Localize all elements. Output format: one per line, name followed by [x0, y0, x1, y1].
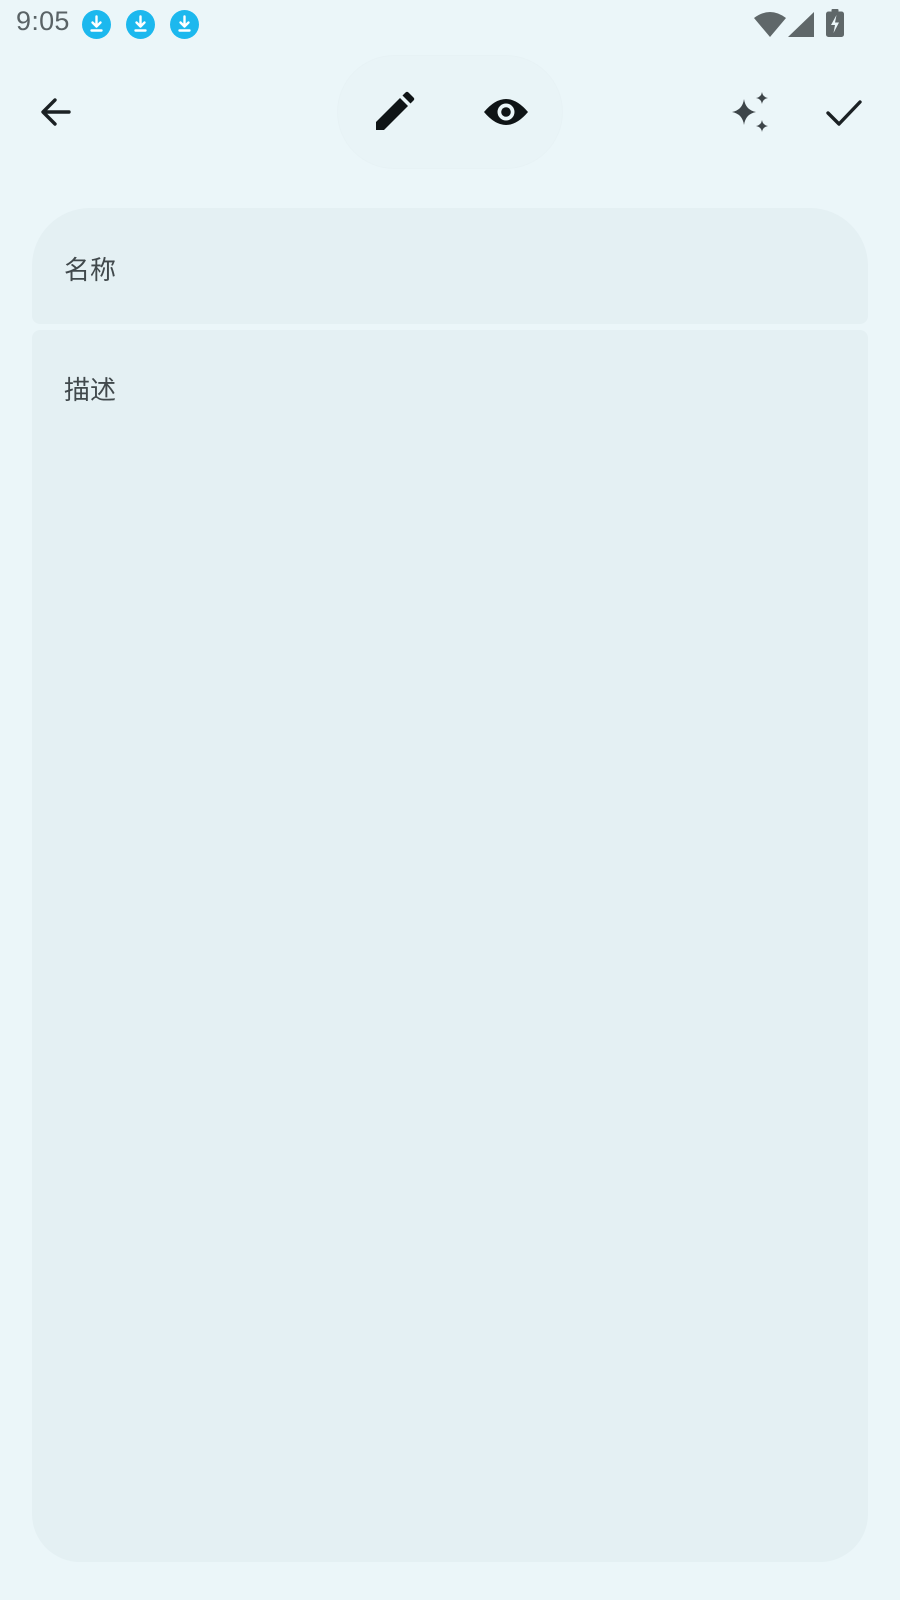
ai-assist-button[interactable]	[718, 80, 782, 144]
status-bar: 9:05	[0, 0, 900, 48]
download-icon	[82, 10, 111, 39]
battery-charging-icon	[826, 9, 844, 37]
toolbar	[0, 56, 900, 168]
edit-mode-button[interactable]	[362, 80, 426, 144]
description-field[interactable]: 描述	[32, 330, 868, 1562]
wifi-icon	[754, 12, 786, 37]
description-placeholder: 描述	[64, 376, 117, 406]
status-time: 9:05	[16, 6, 70, 36]
confirm-button[interactable]	[812, 80, 876, 144]
back-button[interactable]	[24, 80, 88, 144]
sparkles-icon	[732, 92, 768, 132]
pencil-icon	[376, 91, 415, 130]
preview-mode-button[interactable]	[474, 80, 538, 144]
name-field[interactable]: 名称	[32, 208, 868, 324]
arrow-back-icon	[41, 98, 71, 126]
download-icon	[126, 10, 155, 39]
mode-toggle	[338, 56, 562, 168]
cellular-signal-icon	[788, 12, 814, 37]
eye-icon	[484, 99, 528, 125]
check-icon	[826, 100, 862, 126]
download-icon	[170, 10, 199, 39]
name-placeholder: 名称	[64, 256, 117, 286]
